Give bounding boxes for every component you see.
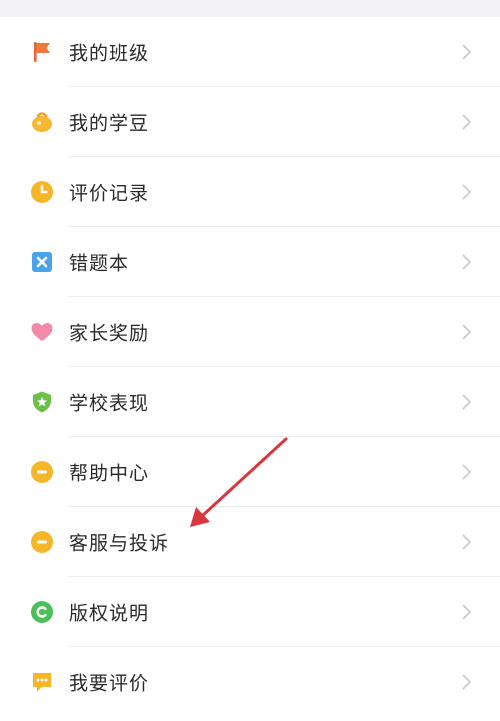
menu-item-evaluation-records[interactable]: 评价记录 <box>0 157 500 227</box>
menu-item-label: 我的学豆 <box>69 112 150 135</box>
copyright-icon <box>30 600 54 624</box>
menu-item-help-center[interactable]: 帮助中心 <box>0 437 500 507</box>
flag-icon <box>30 40 54 64</box>
menu-item-label: 我的班级 <box>69 42 150 65</box>
menu-item-label: 评价记录 <box>69 182 150 205</box>
menu-item-parent-rewards[interactable]: 家长奖励 <box>0 297 500 367</box>
menu-item-label: 版权说明 <box>69 602 150 625</box>
shield-star-icon <box>30 390 54 414</box>
chevron-right-icon <box>460 322 474 342</box>
service-face-icon <box>30 530 54 554</box>
chevron-right-icon <box>460 182 474 202</box>
menu-item-rate-app[interactable]: 我要评价 <box>0 647 500 717</box>
help-face-icon <box>30 460 54 484</box>
chevron-right-icon <box>460 532 474 552</box>
menu-item-wrong-question-book[interactable]: 错题本 <box>0 227 500 297</box>
settings-menu: 我的班级 我的学豆 评价记录 错题本 家长奖励 学校表现 帮助中心 客服与投诉 … <box>0 0 500 721</box>
chevron-right-icon <box>460 462 474 482</box>
heart-icon <box>30 320 54 344</box>
bean-bag-icon <box>30 110 54 134</box>
menu-item-label: 客服与投诉 <box>69 532 170 555</box>
chevron-right-icon <box>460 392 474 412</box>
chevron-right-icon <box>460 672 474 692</box>
menu-item-my-class[interactable]: 我的班级 <box>0 17 500 87</box>
menu-item-label: 家长奖励 <box>69 322 150 345</box>
comment-icon <box>30 670 54 694</box>
chevron-right-icon <box>460 602 474 622</box>
menu-item-school-performance[interactable]: 学校表现 <box>0 367 500 437</box>
chevron-right-icon <box>460 42 474 62</box>
wrong-book-icon <box>30 250 54 274</box>
menu-item-label: 我要评价 <box>69 672 150 695</box>
chevron-right-icon <box>460 112 474 132</box>
clock-icon <box>30 180 54 204</box>
menu-item-label: 帮助中心 <box>69 462 150 485</box>
menu-item-copyright-notice[interactable]: 版权说明 <box>0 577 500 647</box>
menu-item-service-complaints[interactable]: 客服与投诉 <box>0 507 500 577</box>
menu-item-label: 学校表现 <box>69 392 150 415</box>
menu-item-my-beans[interactable]: 我的学豆 <box>0 87 500 157</box>
menu-item-label: 错题本 <box>69 252 130 275</box>
chevron-right-icon <box>460 252 474 272</box>
top-spacer <box>0 0 500 17</box>
